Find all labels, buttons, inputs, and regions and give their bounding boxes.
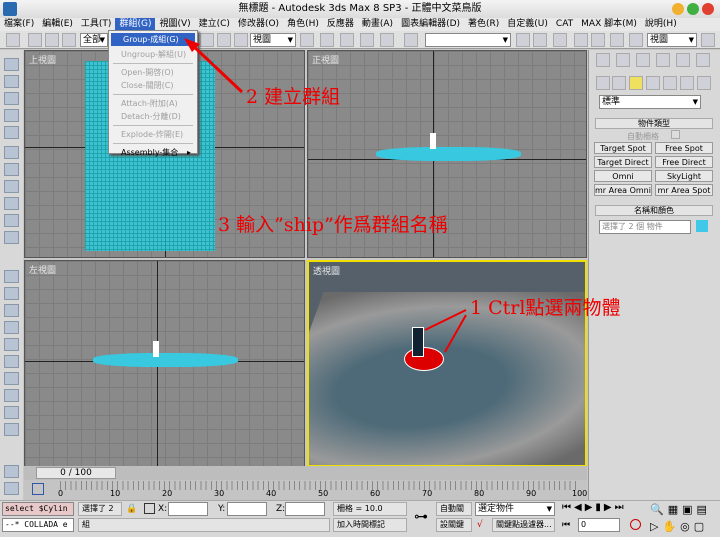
arrow-line bbox=[188, 41, 244, 94]
annotation-arrows bbox=[184, 38, 467, 353]
arrow-line bbox=[444, 314, 467, 353]
